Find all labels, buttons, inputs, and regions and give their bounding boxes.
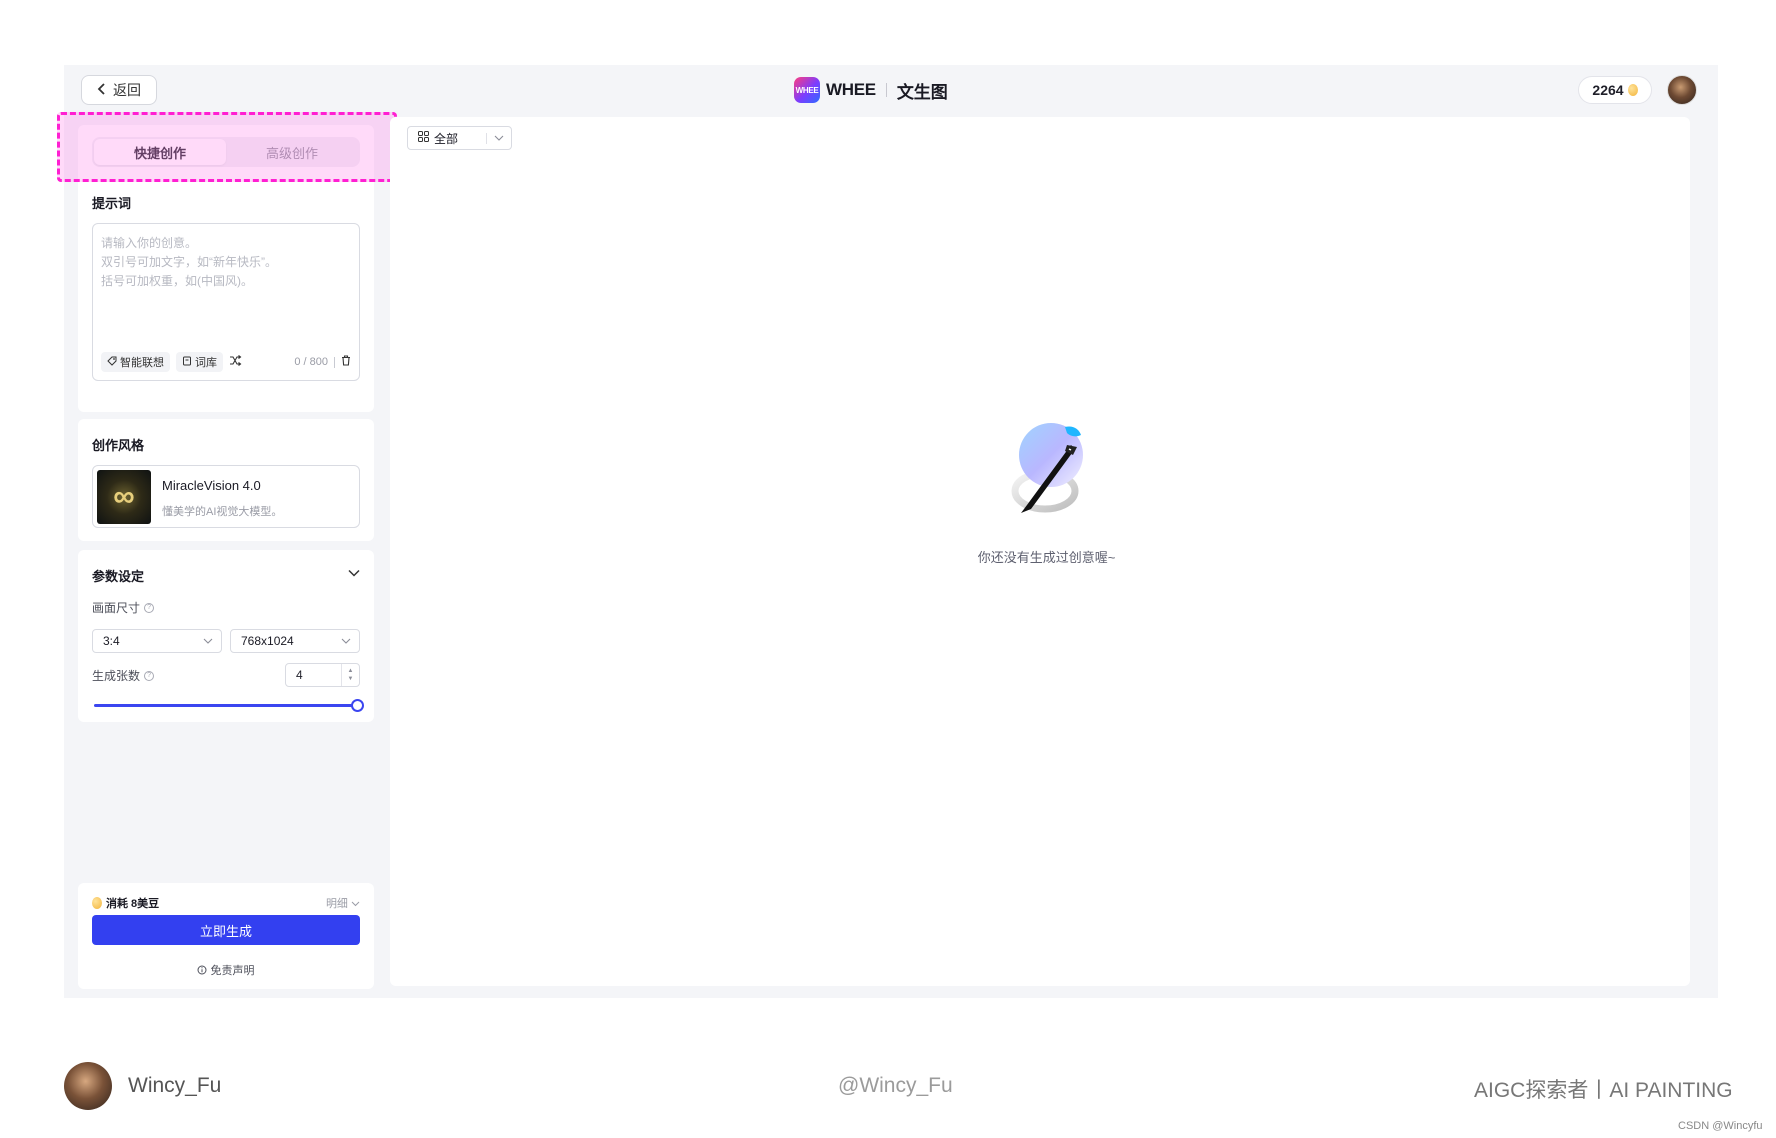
- detail-label: 明细: [325, 898, 348, 910]
- disclaimer-link[interactable]: 免责声明: [78, 962, 374, 978]
- author-handle: @Wincy_Fu: [838, 1074, 953, 1097]
- lexicon-label: 词库: [195, 357, 217, 369]
- author-avatar: [64, 1062, 112, 1110]
- brand-divider: [885, 83, 887, 97]
- char-counter: 0 / 800: [294, 356, 328, 368]
- chevron-down-icon: [203, 634, 213, 651]
- help-icon[interactable]: ?: [144, 670, 155, 681]
- size-field-label: 画面尺寸 ?: [92, 599, 155, 616]
- count-slider-handle[interactable]: [351, 699, 364, 712]
- stepper-arrows-icon[interactable]: ▲ ▼: [341, 664, 359, 686]
- chevron-down-icon: [351, 898, 360, 910]
- prompt-placeholder: 请输入你的创意。 双引号可加文字，如“新年快乐”。 括号可加权重，如(中国风)。: [101, 236, 277, 288]
- brush-illustration: [1011, 423, 1083, 513]
- prompt-input[interactable]: 请输入你的创意。 双引号可加文字，如“新年快乐”。 括号可加权重，如(中国风)。…: [92, 223, 360, 381]
- cost-detail-link[interactable]: 明细: [326, 895, 360, 911]
- mode-tabs: 快捷创作 高级创作: [92, 137, 360, 167]
- tag-icon: [107, 356, 117, 369]
- author-name: Wincy_Fu: [128, 1074, 222, 1097]
- resolution-select[interactable]: 768x1024: [230, 629, 360, 653]
- prompt-toolbar: 智能联想 词库 0 / 800: [101, 352, 351, 372]
- smart-suggest-label: 智能联想: [120, 357, 164, 369]
- prompt-card: 快捷创作 高级创作 提示词 请输入你的创意。 双引号可加文字，如“新年快乐”。 …: [78, 125, 374, 412]
- generate-card: 消耗 8美豆 明细 立即生成 免责声明: [78, 883, 374, 989]
- model-name: MiracleVision 4.0: [162, 478, 261, 493]
- chevron-left-icon: [97, 82, 107, 98]
- bean-icon: [1627, 84, 1638, 96]
- bean-icon: [92, 897, 102, 909]
- count-value: 4: [296, 668, 303, 682]
- generate-button[interactable]: 立即生成: [92, 915, 360, 945]
- model-description: 懂美学的AI视觉大模型。: [162, 506, 283, 518]
- aspect-ratio-value: 3:4: [103, 634, 120, 648]
- shuffle-icon[interactable]: [229, 355, 242, 369]
- lexicon-button[interactable]: 词库: [176, 352, 223, 372]
- back-button[interactable]: 返回: [81, 75, 157, 105]
- logo-text: WHEE: [826, 80, 876, 99]
- resolution-value: 768x1024: [241, 634, 294, 648]
- empty-state-text: 你还没有生成过创意喔~: [977, 550, 1116, 565]
- cost-info: 消耗 8美豆: [92, 895, 159, 911]
- brand[interactable]: WHEE WHEE 文生图: [794, 75, 948, 105]
- whee-logo-icon: WHEE: [794, 77, 820, 103]
- filter-select[interactable]: 全部: [407, 126, 512, 150]
- credits-count: 2264: [1592, 82, 1624, 98]
- style-section-label: 创作风格: [92, 438, 145, 453]
- disclaimer-label: 免责声明: [210, 965, 255, 977]
- chevron-down-icon: [494, 131, 504, 148]
- chevron-down-icon: [341, 634, 351, 651]
- results-panel: 全部 你还没有生成过创意喔~: [390, 117, 1690, 986]
- filter-divider: [486, 133, 487, 144]
- style-card: 创作风格 ∞ MiracleVision 4.0 懂美学的AI视觉大模型。: [78, 419, 374, 541]
- app-window: 返回 WHEE WHEE 文生图 2264 快捷创作 高级创作 提示词 请输入你…: [57, 65, 1718, 998]
- tab-advanced-create[interactable]: 高级创作: [226, 139, 358, 165]
- trash-icon[interactable]: [341, 355, 351, 369]
- csdn-watermark: CSDN @Wincyfu: [1678, 1120, 1763, 1132]
- count-stepper[interactable]: 4 ▲ ▼: [285, 663, 360, 687]
- screenshot-stage: 返回 WHEE WHEE 文生图 2264 快捷创作 高级创作 提示词 请输入你…: [0, 0, 1776, 1138]
- grid-icon: [418, 131, 429, 145]
- chevron-down-icon[interactable]: [348, 566, 360, 580]
- author-tagline: AIGC探索者丨AI PAINTING: [1474, 1079, 1733, 1102]
- params-section-label: 参数设定: [92, 569, 145, 584]
- tab-quick-create[interactable]: 快捷创作: [94, 139, 226, 165]
- cost-label: 消耗 8美豆: [106, 898, 160, 910]
- prompt-section-label: 提示词: [92, 196, 132, 211]
- aspect-ratio-select[interactable]: 3:4: [92, 629, 222, 653]
- count-slider-track[interactable]: [94, 704, 358, 707]
- user-avatar[interactable]: [1667, 75, 1697, 105]
- info-icon: [197, 965, 210, 977]
- model-selector[interactable]: ∞ MiracleVision 4.0 懂美学的AI视觉大模型。: [92, 465, 360, 528]
- back-label: 返回: [113, 82, 141, 98]
- toolbar-divider: [334, 356, 335, 368]
- help-icon[interactable]: ?: [144, 602, 155, 613]
- credits-badge[interactable]: 2264: [1578, 76, 1652, 104]
- smart-suggest-button[interactable]: 智能联想: [101, 352, 170, 372]
- params-card: 参数设定 画面尺寸 ? 3:4 768x1024 生成张数 ? 4 ▲ ▼: [78, 550, 374, 722]
- book-icon: [182, 356, 192, 369]
- count-label-text: 生成张数: [92, 669, 141, 683]
- count-field-label: 生成张数 ?: [92, 667, 155, 684]
- size-label-text: 画面尺寸: [92, 601, 141, 615]
- model-thumbnail: ∞: [97, 470, 151, 524]
- filter-label: 全部: [434, 131, 459, 146]
- page-title: 文生图: [896, 82, 948, 102]
